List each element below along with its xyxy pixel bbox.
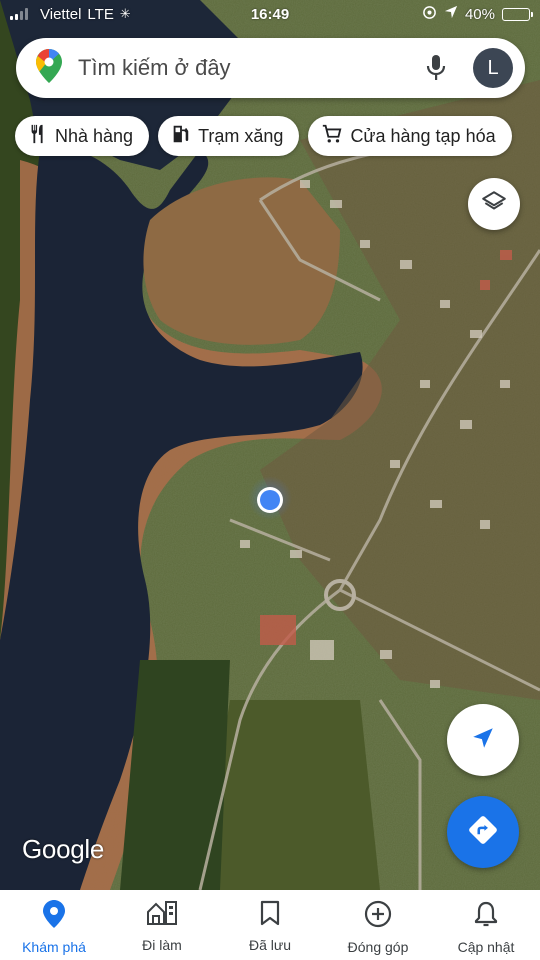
current-location-dot — [260, 490, 280, 510]
battery-icon — [502, 7, 533, 21]
account-avatar[interactable]: L — [473, 48, 513, 88]
nav-explore[interactable]: Khám phá — [0, 900, 108, 955]
explore-pin-icon — [43, 900, 65, 933]
my-location-button[interactable] — [447, 704, 519, 776]
peninsula — [143, 177, 340, 345]
chip-gas-stations[interactable]: Trạm xăng — [158, 116, 300, 156]
bookmark-icon — [260, 900, 280, 931]
nav-contribute[interactable]: Đóng góp — [324, 900, 432, 955]
status-left: Viettel LTE ✳ — [10, 6, 210, 23]
add-circle-icon — [364, 900, 392, 933]
bottom-navigation: Khám phá Đi làm Đã lưu Đóng góp Cập nhật — [0, 890, 540, 960]
chip-label: Trạm xăng — [198, 125, 284, 146]
carrier-name: Viettel — [40, 5, 82, 23]
shopping-cart-icon — [320, 123, 344, 150]
restaurant-icon — [27, 123, 49, 150]
status-bar: Viettel LTE ✳ 16:49 40% — [0, 0, 540, 28]
nav-label: Cập nhật — [457, 939, 515, 955]
location-services-icon — [444, 5, 458, 23]
chip-restaurants[interactable]: Nhà hàng — [15, 116, 150, 156]
map-layers-button[interactable] — [468, 178, 520, 230]
commute-icon — [146, 900, 178, 931]
orientation-lock-icon — [422, 5, 437, 24]
status-right: 40% — [422, 5, 533, 24]
google-maps-logo-icon — [36, 48, 62, 88]
bell-icon — [474, 900, 498, 933]
microphone-icon[interactable] — [421, 53, 451, 83]
search-bar[interactable]: Tìm kiếm ở đây L — [16, 38, 525, 98]
category-chips: Nhà hàng Trạm xăng Cửa hàng tạp hóa — [15, 116, 512, 156]
chip-label: Cửa hàng tạp hóa — [350, 125, 496, 146]
nav-label: Đóng góp — [347, 939, 409, 955]
search-input[interactable]: Tìm kiếm ở đây — [78, 55, 421, 81]
battery-percent: 40% — [464, 5, 495, 23]
chip-grocery-stores[interactable]: Cửa hàng tạp hóa — [308, 116, 512, 156]
nav-saved[interactable]: Đã lưu — [216, 900, 324, 953]
google-attribution: Google — [22, 834, 105, 864]
chip-label: Nhà hàng — [55, 125, 134, 146]
directions-icon — [466, 813, 500, 852]
gas-station-icon — [170, 123, 192, 150]
layers-icon — [481, 189, 507, 220]
directions-button[interactable] — [447, 796, 519, 868]
nav-commute[interactable]: Đi làm — [108, 900, 216, 953]
loading-spinner-icon: ✳ — [119, 6, 131, 21]
nav-updates[interactable]: Cập nhật — [432, 900, 540, 955]
nav-label: Đã lưu — [248, 937, 292, 953]
cell-signal-icon — [10, 8, 28, 20]
navigation-arrow-icon — [470, 725, 496, 756]
nav-label: Đi làm — [142, 937, 182, 953]
network-type: LTE — [87, 5, 114, 23]
nav-label: Khám phá — [22, 939, 86, 955]
